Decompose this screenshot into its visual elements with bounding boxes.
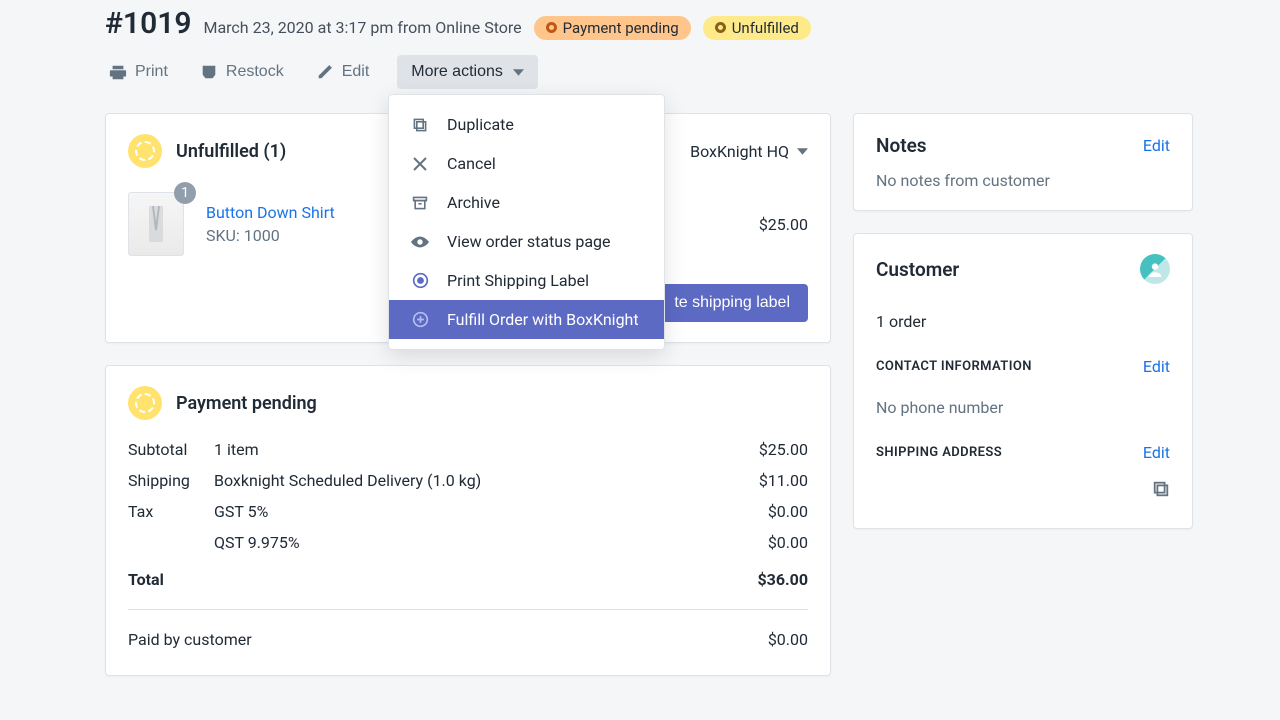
- shipping-label: Shipping: [128, 471, 214, 490]
- tax1-detail: GST 5%: [214, 502, 768, 521]
- line-total: $25.00: [759, 215, 808, 234]
- boxknight-icon: [411, 311, 429, 328]
- total-row: Total $36.00: [128, 564, 808, 595]
- payment-card: Payment pending Subtotal 1 item $25.00 S…: [105, 365, 831, 676]
- restock-icon: [200, 63, 218, 81]
- notes-empty: No notes from customer: [876, 171, 1170, 190]
- caret-down-icon: [513, 69, 524, 76]
- menu-duplicate-label: Duplicate: [447, 115, 514, 134]
- close-icon: [411, 157, 429, 171]
- menu-cancel-label: Cancel: [447, 154, 496, 173]
- payment-card-title: Payment pending: [176, 393, 317, 414]
- qty-badge: 1: [174, 182, 196, 204]
- notes-edit-link[interactable]: Edit: [1143, 136, 1170, 155]
- order-meta: March 23, 2020 at 3:17 pm from Online St…: [203, 18, 521, 37]
- menu-view-status-label: View order status page: [447, 232, 610, 251]
- subtotal-row: Subtotal 1 item $25.00: [128, 434, 808, 465]
- shipping-detail: Boxknight Scheduled Delivery (1.0 kg): [214, 471, 759, 490]
- tax-row-1: Tax GST 5% $0.00: [128, 496, 808, 527]
- location-select[interactable]: BoxKnight HQ: [690, 142, 808, 161]
- restock-button[interactable]: Restock: [196, 57, 288, 87]
- order-number: #1019: [105, 6, 191, 41]
- menu-fulfill-label: Fulfill Order with BoxKnight: [447, 310, 639, 329]
- notes-title: Notes: [876, 134, 927, 157]
- fulfillment-status-text: Unfulfilled: [732, 19, 799, 37]
- label-icon: [411, 272, 429, 289]
- tax-label: Tax: [128, 502, 214, 521]
- payment-pending-icon: [128, 386, 162, 420]
- create-shipping-label-button[interactable]: te shipping label: [656, 284, 808, 322]
- shipping-amount: $11.00: [759, 471, 808, 490]
- shipping-address-label: SHIPPING ADDRESS: [876, 445, 1002, 460]
- more-actions-dropdown: Duplicate Cancel Archive View order stat…: [388, 94, 665, 350]
- total-label: Total: [128, 570, 214, 589]
- menu-archive[interactable]: Archive: [389, 183, 664, 222]
- fulfillment-card-title: Unfulfilled (1): [176, 141, 286, 162]
- subtotal-amount: $25.00: [759, 440, 808, 459]
- menu-cancel[interactable]: Cancel: [389, 144, 664, 183]
- more-actions-button[interactable]: More actions: [397, 55, 538, 89]
- more-actions-label: More actions: [411, 63, 503, 81]
- menu-fulfill-boxknight[interactable]: Fulfill Order with BoxKnight: [389, 300, 664, 339]
- payment-status-badge: Payment pending: [534, 16, 691, 40]
- print-icon: [109, 63, 127, 81]
- archive-icon: [411, 195, 429, 211]
- status-dot-icon: [546, 22, 557, 33]
- contact-info-label: CONTACT INFORMATION: [876, 359, 1032, 374]
- print-button[interactable]: Print: [105, 57, 172, 87]
- print-label: Print: [135, 63, 168, 81]
- tax1-amount: $0.00: [768, 502, 808, 521]
- menu-print-label-label: Print Shipping Label: [447, 271, 589, 290]
- subtotal-label: Subtotal: [128, 440, 214, 459]
- avatar: [1140, 254, 1170, 284]
- notes-card: Notes Edit No notes from customer: [853, 113, 1193, 211]
- eye-icon: [411, 236, 429, 248]
- customer-card: Customer 1 order CONTACT INFORMATION Edi…: [853, 233, 1193, 529]
- customer-title: Customer: [876, 258, 959, 281]
- status-dot-icon: [715, 22, 726, 33]
- payment-status-text: Payment pending: [563, 19, 679, 37]
- customer-order-count: 1 order: [876, 312, 1170, 331]
- product-thumbnail: [128, 192, 184, 256]
- paid-label: Paid by customer: [128, 630, 768, 649]
- shipping-edit-link[interactable]: Edit: [1143, 443, 1170, 462]
- menu-view-status[interactable]: View order status page: [389, 222, 664, 261]
- menu-archive-label: Archive: [447, 193, 500, 212]
- menu-duplicate[interactable]: Duplicate: [389, 105, 664, 144]
- contact-edit-link[interactable]: Edit: [1143, 357, 1170, 376]
- edit-button[interactable]: Edit: [312, 57, 374, 87]
- shipping-row: Shipping Boxknight Scheduled Delivery (1…: [128, 465, 808, 496]
- total-amount: $36.00: [757, 570, 808, 589]
- divider: [128, 609, 808, 610]
- paid-row: Paid by customer $0.00: [128, 624, 808, 655]
- tax2-detail: QST 9.975%: [214, 533, 768, 552]
- tax2-amount: $0.00: [768, 533, 808, 552]
- edit-label: Edit: [342, 63, 370, 81]
- fulfillment-status-badge: Unfulfilled: [703, 16, 811, 40]
- restock-label: Restock: [226, 63, 284, 81]
- caret-down-icon: [797, 148, 808, 155]
- product-name-link[interactable]: Button Down Shirt: [206, 203, 335, 222]
- copy-address-button[interactable]: [876, 480, 1170, 498]
- no-phone: No phone number: [876, 398, 1170, 417]
- subtotal-detail: 1 item: [214, 440, 759, 459]
- tax-row-2: QST 9.975% $0.00: [128, 527, 808, 558]
- menu-print-label[interactable]: Print Shipping Label: [389, 261, 664, 300]
- pencil-icon: [316, 63, 334, 81]
- paid-amount: $0.00: [768, 630, 808, 649]
- duplicate-icon: [411, 117, 429, 133]
- unfulfilled-icon: [128, 134, 162, 168]
- location-label: BoxKnight HQ: [690, 142, 789, 161]
